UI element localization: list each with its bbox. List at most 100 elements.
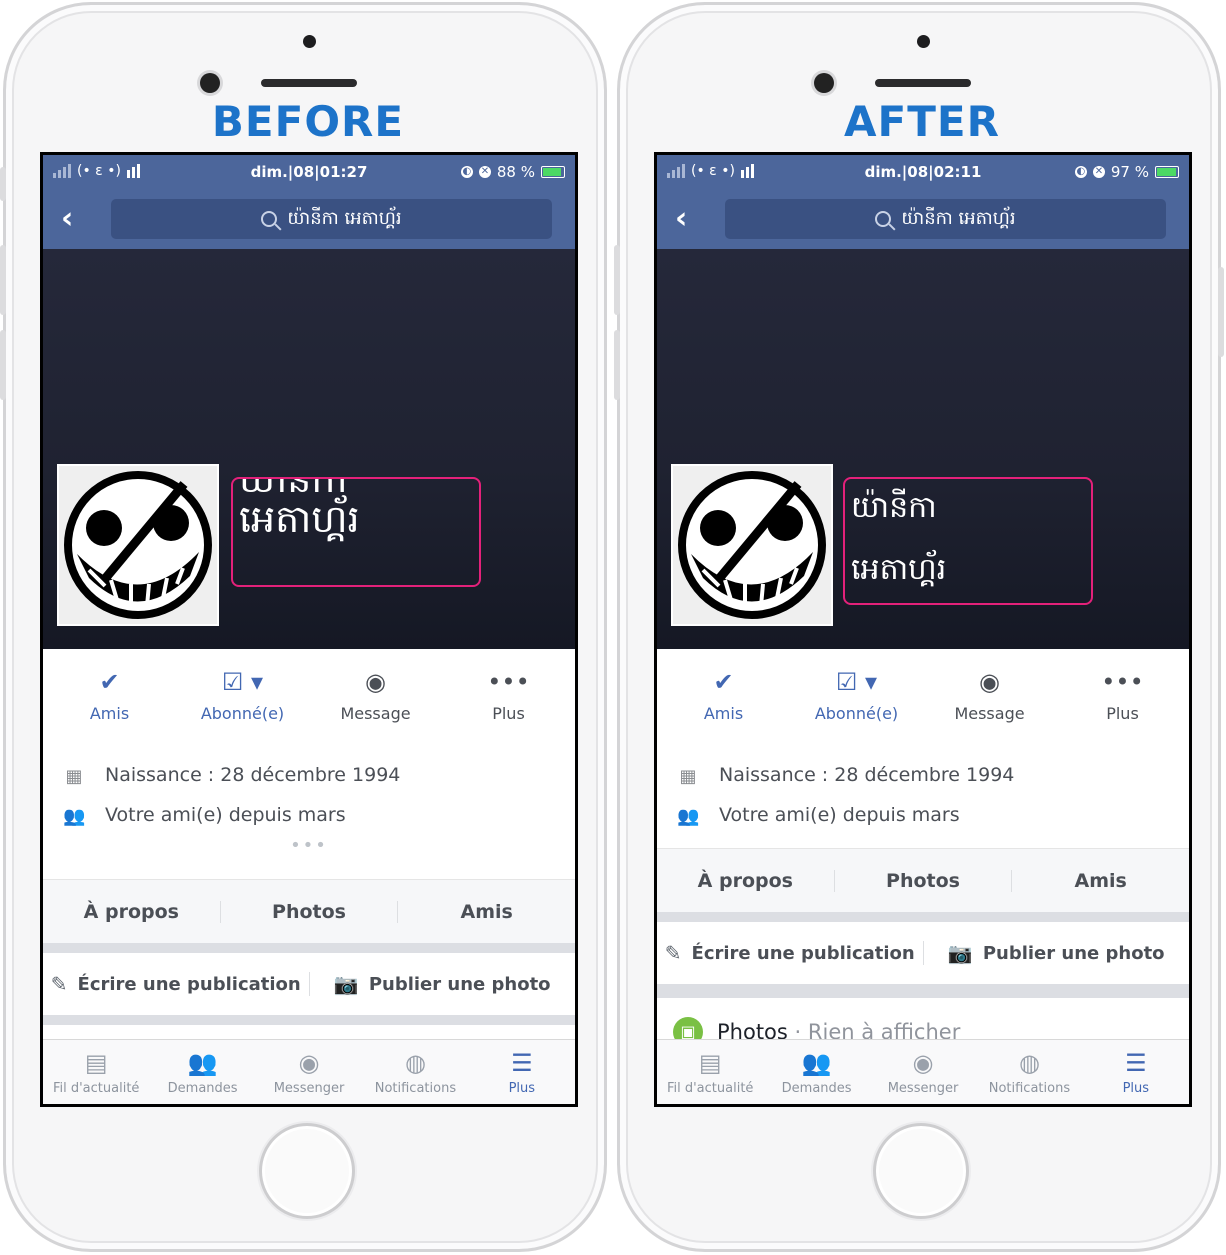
tab-photos[interactable]: Photos [219,901,398,923]
section-divider [657,984,1189,998]
alarm-icon: ✕ [1092,166,1105,178]
search-text: យ៉ានីកា អេតាហ្គ័រ [901,207,1016,229]
tab-newsfeed[interactable]: ▤ Fil d'actualité [43,1040,149,1104]
friend-requests-icon: 👥 [187,1048,218,1077]
moon-icon: ◐ [460,166,473,178]
laughing-face-icon [678,471,826,619]
mute-switch [0,167,6,201]
message-label: Message [340,703,411,723]
friends-since-row: 👥 Votre ami(e) depuis mars [43,795,575,835]
home-button[interactable] [873,1123,969,1219]
tab-amis[interactable]: Amis [1011,870,1189,892]
cover-photo[interactable]: យ៉ានីកា អេតាហ្គ័រ [43,249,575,649]
birthday-row: ▦ Naissance : 28 décembre 1994 [43,755,575,795]
bottom-tab-bar: ▤ Fil d'actualité 👥 Demandes ◉ Messenger ◍ N… [657,1039,1189,1104]
power-button [1218,267,1224,357]
tab-label: Demandes [167,1080,238,1096]
amis-button[interactable]: ✔ Amis [43,649,176,741]
pencil-square-icon: ✎ [50,972,68,996]
battery-percent: 88 % [496,163,535,181]
search-input[interactable]: យ៉ានីកា អេតាហ្គ័រ [111,199,552,239]
proximity-sensor [303,35,316,48]
abonne-button[interactable]: ☑ ▾ Abonné(e) [790,649,923,741]
plus-button[interactable]: ••• Plus [1056,649,1189,741]
write-post-button[interactable]: ✎ Écrire une publication [43,972,309,996]
home-button[interactable] [259,1123,355,1219]
phone-before: BEFORE (• ε •) dim.|08|01:27 ◐ ✕ 88 % ‹ [0,2,607,1252]
battery-icon [1155,166,1179,178]
plus-button[interactable]: ••• Plus [442,649,575,741]
birthday-row: ▦ Naissance : 28 décembre 1994 [657,755,1189,795]
volume-up-button [614,245,620,315]
abonne-button[interactable]: ☑ ▾ Abonné(e) [176,649,309,741]
cover-photo[interactable]: យ៉ានីកា អេតាហ្គ័រ [657,249,1189,649]
tab-requests[interactable]: 👥 Demandes [763,1040,869,1104]
write-post-label: Écrire une publication [691,942,915,964]
earpiece-speaker [875,79,971,87]
tab-amis[interactable]: Amis [397,901,575,923]
publish-photo-button[interactable]: 📷 Publier une photo [922,941,1190,965]
status-bar: (• ε •) dim.|08|02:11 ◐ ✕ 97 % [657,155,1189,189]
friend-check-icon: ✔ [713,667,734,696]
profile-tabs: À propos Photos Amis [657,848,1189,913]
avatar[interactable] [671,464,833,626]
tab-label: Notifications [988,1080,1071,1096]
tab-notifications[interactable]: ◍ Notifications [362,1040,468,1104]
battery-icon [541,166,565,178]
message-button[interactable]: ◉ Message [309,649,442,741]
see-more-dots[interactable]: ••• [43,835,575,856]
front-camera [200,73,220,93]
profile-name-line1: យ៉ានីកា [239,477,348,501]
search-text: យ៉ានីកា អេតាហ្គ័រ [287,207,402,229]
globe-icon: ◍ [404,1048,426,1077]
tab-label: Plus [1122,1080,1150,1096]
tab-requests[interactable]: 👥 Demandes [149,1040,255,1104]
abonne-label: Abonné(e) [200,703,285,723]
avatar[interactable] [57,464,219,626]
tab-more[interactable]: ☰ Plus [469,1040,575,1104]
messenger-icon: ◉ [365,667,386,696]
publish-photo-label: Publier une photo [368,973,551,995]
tab-newsfeed[interactable]: ▤ Fil d'actualité [657,1040,763,1104]
search-input[interactable]: យ៉ានីកា អេតាហ្គ័រ [725,199,1166,239]
tab-a-propos[interactable]: À propos [657,870,834,892]
tab-messenger[interactable]: ◉ Messenger [256,1040,362,1104]
chevron-left-icon[interactable]: ‹ [675,201,687,236]
friends-since-text: Votre ami(e) depuis mars [105,804,346,826]
tab-label: Fil d'actualité [666,1080,754,1096]
birthday-text: Naissance : 28 décembre 1994 [105,764,401,786]
composer: ✎ Écrire une publication 📷 Publier une pho… [657,922,1189,984]
amis-label: Amis [89,703,130,723]
tab-notifications[interactable]: ◍ Notifications [976,1040,1082,1104]
friends-since-row: 👥 Votre ami(e) depuis mars [657,795,1189,835]
front-camera [814,73,834,93]
amis-button[interactable]: ✔ Amis [657,649,790,741]
tab-photos[interactable]: Photos [833,870,1012,892]
publish-photo-button[interactable]: 📷 Publier une photo [308,972,576,996]
tab-more[interactable]: ☰ Plus [1083,1040,1189,1104]
nav-bar: ‹ យ៉ានីកា អេតាហ្គ័រ [657,189,1189,249]
message-button[interactable]: ◉ Message [923,649,1056,741]
tab-label: Plus [508,1080,536,1096]
tab-a-propos[interactable]: À propos [43,901,220,923]
proximity-sensor [917,35,930,48]
write-post-button[interactable]: ✎ Écrire une publication [657,941,923,965]
tab-label: Fil d'actualité [52,1080,140,1096]
search-icon [261,211,278,227]
more-dots-icon: ••• [487,667,530,696]
amis-label: Amis [703,703,744,723]
newsfeed-icon: ▤ [698,1048,722,1077]
tab-label: Messenger [273,1080,345,1096]
profile-name-line2: អេតាហ្គ័រ [239,497,360,541]
phone-after: AFTER (• ε •) dim.|08|02:11 ◐ ✕ 97 % ‹ យ… [614,2,1224,1252]
tab-label: Messenger [887,1080,959,1096]
chevron-left-icon[interactable]: ‹ [61,201,73,236]
battery-percent: 97 % [1110,163,1149,181]
tab-messenger[interactable]: ◉ Messenger [870,1040,976,1104]
status-bar: (• ε •) dim.|08|01:27 ◐ ✕ 88 % [43,155,575,189]
friend-requests-icon: 👥 [801,1048,832,1077]
plus-label: Plus [1106,703,1139,723]
more-dots-icon: ••• [1101,667,1144,696]
globe-icon: ◍ [1018,1048,1040,1077]
calendar-icon: ▦ [65,766,83,787]
